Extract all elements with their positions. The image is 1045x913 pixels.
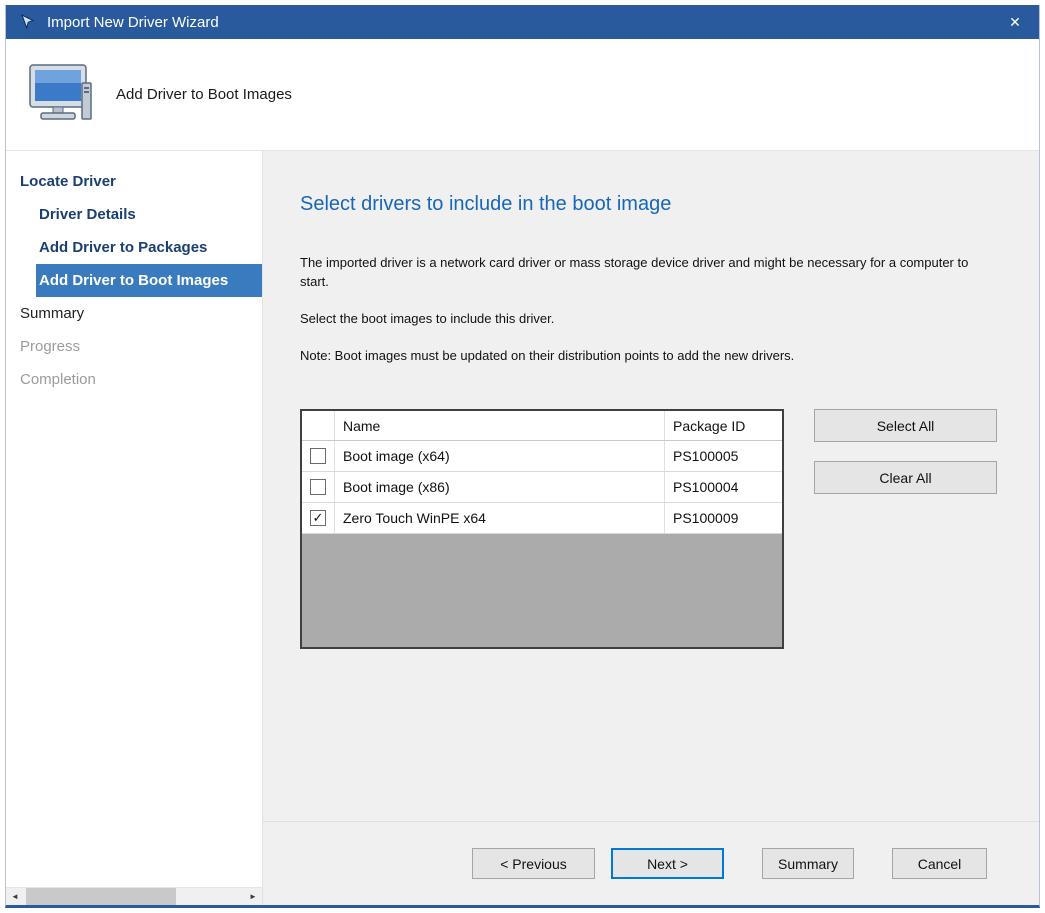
table-action-buttons: Select All Clear All bbox=[814, 409, 997, 513]
summary-button[interactable]: Summary bbox=[762, 848, 854, 879]
instruction-paragraph: Select the boot images to include this d… bbox=[300, 310, 990, 329]
sidebar-item-summary[interactable]: Summary bbox=[6, 297, 262, 330]
boot-images-table: Name Package ID ✓ Boot image (x64) PS100… bbox=[300, 409, 784, 649]
scroll-right-icon[interactable]: ► bbox=[244, 888, 262, 905]
select-all-button[interactable]: Select All bbox=[814, 409, 997, 442]
computer-icon bbox=[24, 63, 96, 127]
header-checkbox-column bbox=[302, 411, 335, 440]
scrollbar-track[interactable] bbox=[176, 888, 244, 905]
wizard-arrow-icon bbox=[19, 13, 37, 31]
table-row[interactable]: ✓ Zero Touch WinPE x64 PS100009 bbox=[302, 503, 782, 534]
sidebar-item-progress: Progress bbox=[6, 330, 262, 363]
row-package-id: PS100005 bbox=[665, 441, 782, 471]
sidebar-item-completion: Completion bbox=[6, 363, 262, 396]
row-checkbox-cell: ✓ bbox=[302, 472, 335, 502]
sidebar-item-driver-details[interactable]: Driver Details bbox=[6, 198, 262, 231]
row-package-id: PS100004 bbox=[665, 472, 782, 502]
scrollbar-thumb[interactable] bbox=[26, 888, 176, 905]
zero-touch-winpe-checkbox[interactable]: ✓ bbox=[310, 510, 326, 526]
row-checkbox-cell: ✓ bbox=[302, 441, 335, 471]
header-package-id: Package ID bbox=[665, 411, 782, 440]
content-area: Locate Driver Driver Details Add Driver … bbox=[6, 151, 1039, 905]
previous-button[interactable]: < Previous bbox=[472, 848, 595, 879]
sidebar-item-add-driver-to-packages[interactable]: Add Driver to Packages bbox=[6, 231, 262, 264]
header-name: Name bbox=[335, 411, 665, 440]
title-bar: Import New Driver Wizard ✕ bbox=[6, 5, 1039, 39]
boot-image-selection-zone: Name Package ID ✓ Boot image (x64) PS100… bbox=[300, 409, 999, 649]
wizard-footer: < Previous Next > Summary Cancel bbox=[263, 821, 1039, 905]
wizard-steps-sidebar: Locate Driver Driver Details Add Driver … bbox=[6, 151, 263, 905]
screen: Import New Driver Wizard ✕ Add Driver to… bbox=[0, 0, 1045, 913]
boot-image-x64-checkbox[interactable]: ✓ bbox=[310, 448, 326, 464]
table-header-row: Name Package ID bbox=[302, 411, 782, 441]
clear-all-button[interactable]: Clear All bbox=[814, 461, 997, 494]
description-paragraph: The imported driver is a network card dr… bbox=[300, 254, 990, 292]
sidebar-item-locate-driver[interactable]: Locate Driver bbox=[6, 165, 262, 198]
close-icon[interactable]: ✕ bbox=[991, 5, 1039, 39]
row-checkbox-cell: ✓ bbox=[302, 503, 335, 533]
cancel-button[interactable]: Cancel bbox=[892, 848, 987, 879]
row-name: Boot image (x64) bbox=[335, 441, 665, 471]
scroll-left-icon[interactable]: ◄ bbox=[6, 888, 24, 905]
row-name: Boot image (x86) bbox=[335, 472, 665, 502]
window-title: Import New Driver Wizard bbox=[47, 14, 991, 31]
boot-image-x86-checkbox[interactable]: ✓ bbox=[310, 479, 326, 495]
horizontal-scrollbar[interactable]: ◄ ► bbox=[6, 887, 262, 905]
page-title: Add Driver to Boot Images bbox=[116, 86, 292, 103]
check-icon: ✓ bbox=[313, 511, 324, 524]
next-button[interactable]: Next > bbox=[611, 848, 724, 879]
note-paragraph: Note: Boot images must be updated on the… bbox=[300, 347, 990, 366]
table-row[interactable]: ✓ Boot image (x64) PS100005 bbox=[302, 441, 782, 472]
main-scroll-area: Select drivers to include in the boot im… bbox=[263, 151, 1039, 821]
table-row[interactable]: ✓ Boot image (x86) PS100004 bbox=[302, 472, 782, 503]
main-panel: Select drivers to include in the boot im… bbox=[263, 151, 1039, 905]
wizard-header: Add Driver to Boot Images bbox=[6, 39, 1039, 151]
row-name: Zero Touch WinPE x64 bbox=[335, 503, 665, 533]
wizard-window: Import New Driver Wizard ✕ Add Driver to… bbox=[5, 5, 1040, 908]
section-heading: Select drivers to include in the boot im… bbox=[300, 193, 999, 216]
row-package-id: PS100009 bbox=[665, 503, 782, 533]
sidebar-item-add-driver-to-boot-images[interactable]: Add Driver to Boot Images bbox=[36, 264, 262, 297]
